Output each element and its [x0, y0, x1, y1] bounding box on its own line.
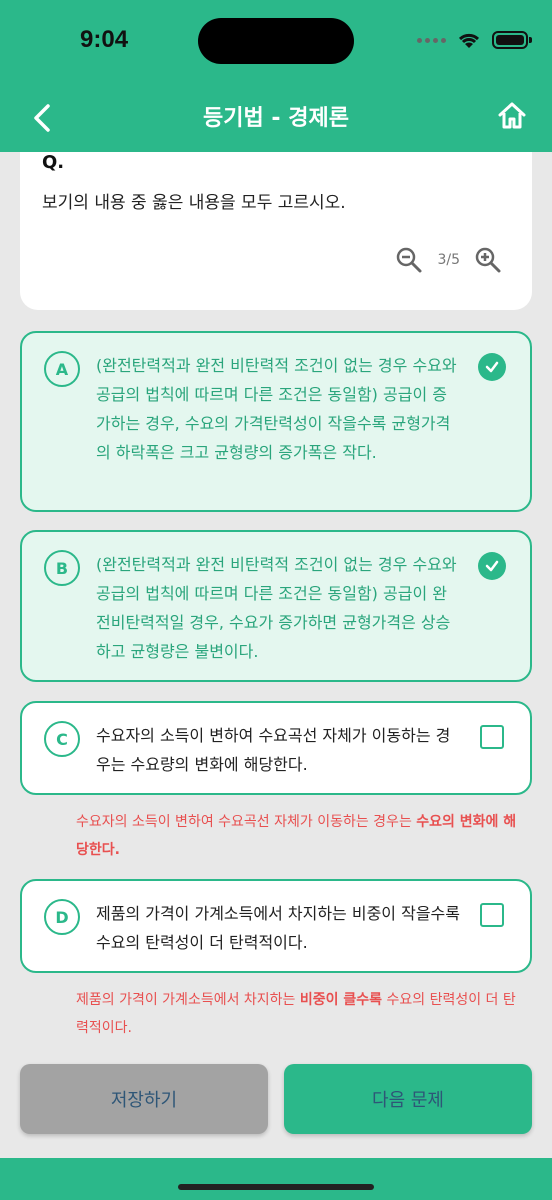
- home-indicator[interactable]: [178, 1184, 374, 1190]
- option-letter: B: [44, 550, 80, 586]
- option-c[interactable]: C 수요자의 소득이 변하여 수요곡선 자체가 이동하는 경우는 수요량의 변화…: [20, 701, 532, 795]
- option-letter: C: [44, 721, 80, 757]
- page-title: 등기법 - 경제론: [203, 106, 349, 131]
- feedback-highlight: 비중이 클수록: [299, 992, 383, 1008]
- option-letter: A: [44, 351, 80, 387]
- zoom-controls: 3/5: [395, 246, 502, 274]
- signal-icon: [417, 37, 446, 43]
- bottom-bar: [0, 1158, 552, 1200]
- status-time: 9:04: [80, 26, 129, 53]
- checkbox[interactable]: [480, 725, 504, 749]
- zoom-in-icon[interactable]: [474, 246, 502, 274]
- status-bar: 9:04: [0, 0, 552, 88]
- dynamic-island: [198, 18, 354, 64]
- app-header: 등기법 - 경제론: [0, 88, 552, 152]
- status-icons: [417, 28, 532, 52]
- zoom-level: 3/5: [437, 252, 460, 268]
- save-button[interactable]: 저장하기: [20, 1064, 268, 1134]
- checkbox[interactable]: [480, 903, 504, 927]
- question-label: Q.: [42, 152, 65, 173]
- option-d[interactable]: D 제품의 가격이 가계소득에서 차지하는 비중이 작을수록 수요의 탄력성이 …: [20, 879, 532, 973]
- checked-icon[interactable]: [478, 353, 506, 381]
- home-icon: [498, 102, 526, 129]
- option-b[interactable]: B (완전탄력적과 완전 비탄력적 조건이 없는 경우 수요와 공급의 법칙에 …: [20, 530, 532, 682]
- feedback-text: 수요자의 소득이 변하여 수요곡선 자체가 이동하는 경우는: [76, 814, 417, 830]
- question-card: Q. 보기의 내용 중 옳은 내용을 모두 고르시오. 3/5: [20, 152, 532, 310]
- wifi-icon: [458, 33, 480, 48]
- option-letter: D: [44, 899, 80, 935]
- home-button[interactable]: [496, 100, 528, 132]
- feedback-c: 수요자의 소득이 변하여 수요곡선 자체가 이동하는 경우는 수요의 변화에 해…: [76, 808, 524, 864]
- option-text: (완전탄력적과 완전 비탄력적 조건이 없는 경우 수요와 공급의 법칙에 따르…: [96, 555, 457, 661]
- feedback-d: 제품의 가격이 가계소득에서 차지하는 비중이 클수록 수요의 탄력성이 더 탄…: [76, 986, 524, 1042]
- question-text: 보기의 내용 중 옳은 내용을 모두 고르시오.: [42, 193, 346, 213]
- feedback-text: 제품의 가격이 가계소득에서 차지하는: [76, 992, 300, 1008]
- zoom-out-icon[interactable]: [395, 246, 423, 274]
- option-text: 제품의 가격이 가계소득에서 차지하는 비중이 작을수록 수요의 탄력성이 더 …: [96, 904, 460, 952]
- option-text: (완전탄력적과 완전 비탄력적 조건이 없는 경우 수요와 공급의 법칙에 따르…: [96, 356, 457, 462]
- next-question-button[interactable]: 다음 문제: [284, 1064, 532, 1134]
- option-a[interactable]: A (완전탄력적과 완전 비탄력적 조건이 없는 경우 수요와 공급의 법칙에 …: [20, 331, 532, 512]
- battery-icon: [492, 31, 532, 49]
- option-text: 수요자의 소득이 변하여 수요곡선 자체가 이동하는 경우는 수요량의 변화에 …: [96, 726, 451, 774]
- checked-icon[interactable]: [478, 552, 506, 580]
